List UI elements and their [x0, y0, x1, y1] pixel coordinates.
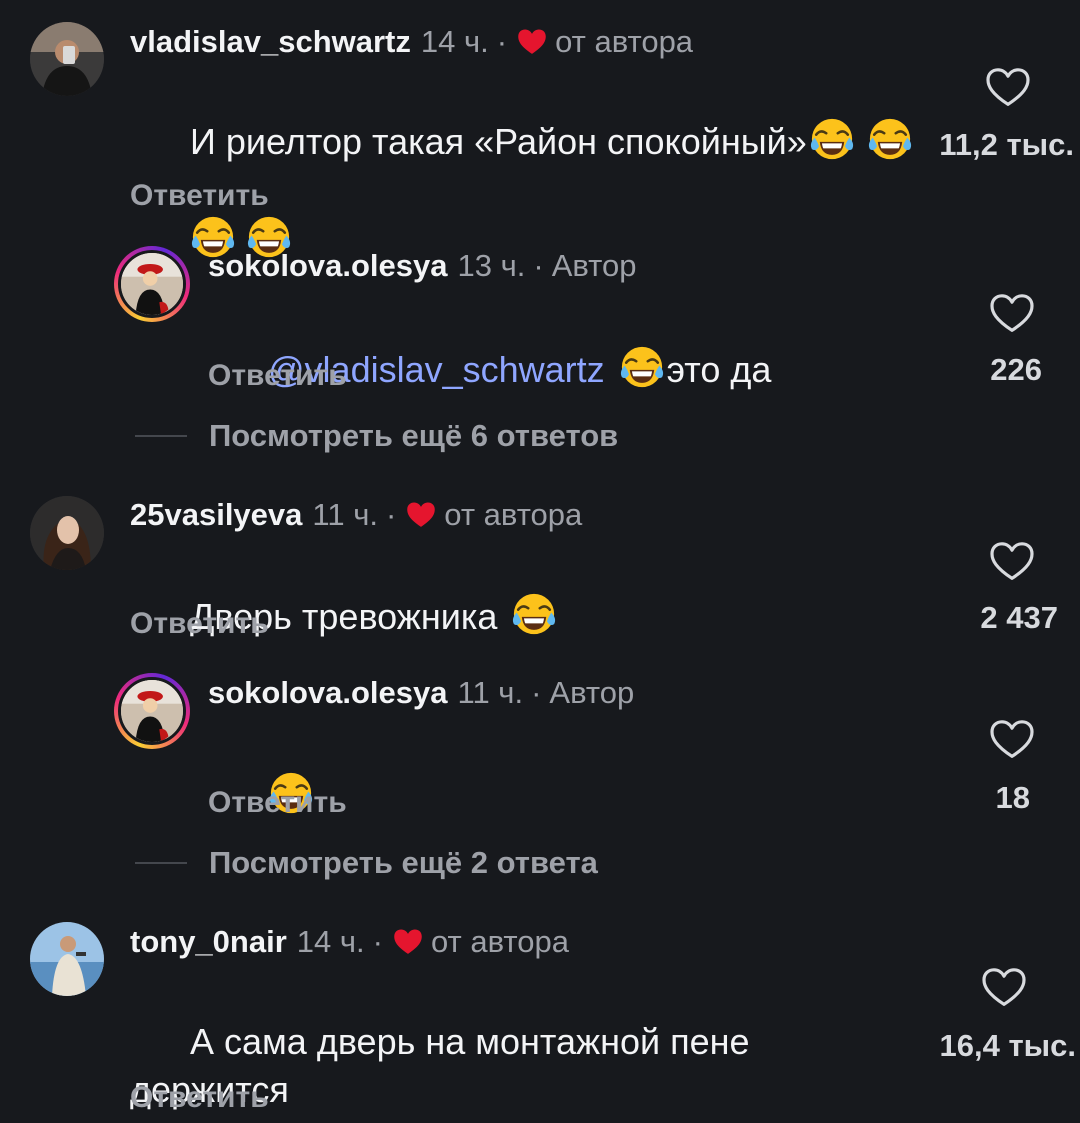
divider: [135, 862, 187, 864]
comment-meta: sokolova.olesya 11 ч. · Автор: [208, 675, 634, 711]
reply-button[interactable]: Ответить: [208, 358, 347, 394]
comment-meta: vladislav_schwartz 14 ч. · от автора: [130, 24, 693, 60]
username[interactable]: sokolova.olesya: [208, 675, 448, 711]
like-count[interactable]: 18: [996, 780, 1030, 816]
comment-text-line: А сама дверь на монтажной пене: [190, 1021, 750, 1062]
view-more-replies-button[interactable]: Посмотреть ещё 6 ответов: [135, 418, 618, 454]
liked-by-author-label: от автора: [430, 924, 569, 959]
separator: ·: [531, 675, 542, 710]
heart-outline-icon[interactable]: [990, 720, 1034, 760]
red-heart-icon: [393, 928, 423, 956]
view-more-replies-label: Посмотреть ещё 2 ответа: [209, 845, 598, 880]
username[interactable]: sokolova.olesya: [208, 248, 448, 284]
reply-button[interactable]: Ответить: [208, 785, 347, 821]
comment-text-line: И риелтор такая «Район спокойный»: [190, 121, 807, 162]
separator: ·: [533, 248, 544, 283]
reply-button[interactable]: Ответить: [130, 606, 269, 642]
liked-by-author-label: от автора: [444, 497, 583, 532]
username[interactable]: tony_0nair: [130, 924, 287, 960]
like-count[interactable]: 16,4 тыс.: [940, 1028, 1076, 1064]
timestamp: 14 ч.: [296, 924, 365, 959]
avatar[interactable]: [30, 922, 104, 996]
separator: ·: [496, 24, 508, 59]
view-more-replies-button[interactable]: Посмотреть ещё 2 ответа: [135, 845, 598, 881]
timestamp: 11 ч.: [312, 497, 378, 532]
face-with-tears-of-joy-icon: [619, 344, 665, 390]
reply-button[interactable]: Ответить: [130, 1080, 269, 1116]
red-heart-icon: [517, 28, 547, 56]
username[interactable]: 25vasilyeva: [130, 497, 302, 533]
reply-button[interactable]: Ответить: [130, 178, 269, 214]
like-count[interactable]: 11,2 тыс.: [939, 127, 1074, 163]
timestamp: 14 ч.: [420, 24, 489, 59]
comment-meta: sokolova.olesya 13 ч. · Автор: [208, 248, 637, 284]
comments-screen: vladislav_schwartz 14 ч. · от автора И р…: [0, 0, 1080, 1123]
liked-by-author-label: от автора: [555, 24, 694, 59]
author-badge: Автор: [551, 248, 637, 283]
face-with-tears-of-joy-icon: [511, 591, 557, 637]
like-count[interactable]: 226: [990, 352, 1042, 388]
comment-meta: 25vasilyeva 11 ч. · от автора: [130, 497, 582, 533]
face-with-tears-of-joy-icon: [867, 116, 913, 162]
face-with-tears-of-joy-icon: [809, 116, 855, 162]
red-heart-icon: [406, 501, 436, 529]
like-count[interactable]: 2 437: [980, 600, 1058, 636]
comment-text-line: это да: [666, 349, 772, 390]
comment-meta: tony_0nair 14 ч. · от автора: [130, 924, 569, 960]
avatar[interactable]: [114, 673, 190, 749]
author-badge: Автор: [549, 675, 635, 710]
heart-outline-icon[interactable]: [982, 968, 1026, 1008]
username[interactable]: vladislav_schwartz: [130, 24, 411, 60]
heart-outline-icon[interactable]: [986, 68, 1030, 108]
timestamp: 13 ч.: [457, 248, 526, 283]
heart-outline-icon[interactable]: [990, 542, 1034, 582]
avatar[interactable]: [30, 496, 104, 570]
separator: ·: [385, 497, 397, 532]
heart-outline-icon[interactable]: [990, 294, 1034, 334]
separator: ·: [372, 924, 383, 959]
view-more-replies-label: Посмотреть ещё 6 ответов: [209, 418, 619, 453]
avatar[interactable]: [114, 246, 190, 322]
timestamp: 11 ч.: [457, 675, 524, 710]
divider: [135, 435, 187, 437]
avatar[interactable]: [30, 22, 104, 96]
